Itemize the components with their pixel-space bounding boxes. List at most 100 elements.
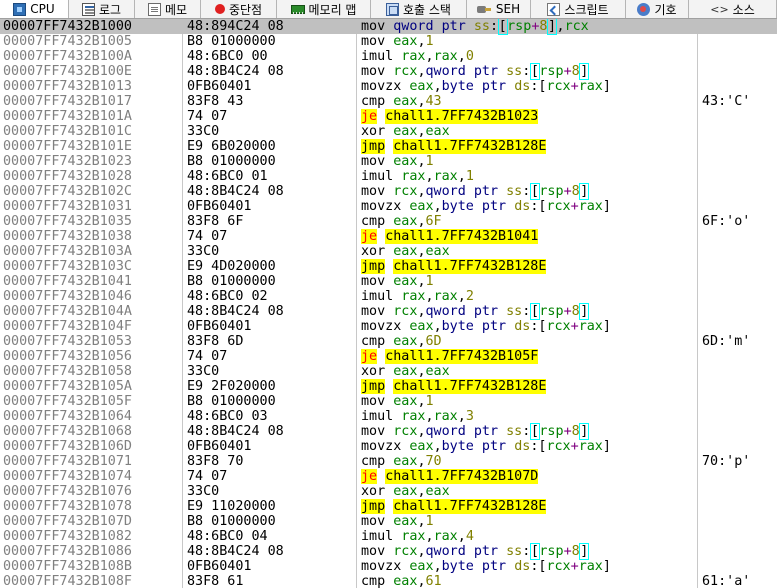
mnemonic: mov	[361, 304, 386, 319]
disassembly-view[interactable]: 00007FF7432B1000 48:894C24 08 mov qword pt…	[0, 19, 777, 588]
instruction-cell: cmp eax,6D	[361, 334, 442, 349]
instruction-row[interactable]: 00007FF7432B1028 48:6BC0 01 imul rax,rax,1	[0, 169, 777, 184]
instruction-row[interactable]: 00007FF7432B103A 33C0 xor eax,eax	[0, 244, 777, 259]
operand-token: 70	[425, 454, 442, 469]
instruction-row[interactable]: 00007FF7432B1013 0FB60401 movzx eax,byte p…	[0, 79, 777, 94]
operand-token: ,	[433, 79, 442, 94]
address-cell: 00007FF7432B1076	[3, 484, 132, 499]
operand-token: rsp	[539, 424, 564, 439]
operand-token: ,	[417, 184, 426, 199]
operand-token: 2	[465, 289, 474, 304]
instruction-row[interactable]: 00007FF7432B1017 83F8 43 cmp eax,43 43:'C'	[0, 94, 777, 109]
branch-target: chall1.7FF7432B128E	[393, 139, 547, 154]
tab-bar: CPU 로그 메모 중단점 메모리 맵 호출 스택 SEH 스크립트 기호 <> 소스	[0, 0, 777, 19]
tab-memory-map[interactable]: 메모리 맵	[277, 0, 371, 18]
symbols-icon	[637, 2, 651, 16]
branch-target: chall1.7FF7432B105F	[385, 349, 539, 364]
bytes-cell: 48:8B4C24 08	[187, 184, 284, 199]
instruction-cell: mov qword ptr ss:[rsp+8],rcx	[361, 19, 589, 35]
instruction-row[interactable]: 00007FF7432B1053 83F8 6D cmp eax,6D 6D:'m'	[0, 334, 777, 349]
operand-token: eax	[393, 394, 418, 409]
instruction-row[interactable]: 00007FF7432B1082 48:6BC0 04 imul rax,rax,4	[0, 529, 777, 544]
instruction-row[interactable]: 00007FF7432B1023 B8 01000000 mov eax,1	[0, 154, 777, 169]
selected-instruction-row[interactable]: 00007FF7432B1000 48:894C24 08 mov qword pt…	[0, 19, 777, 35]
instruction-row[interactable]: 00007FF7432B100E 48:8B4C24 08 mov rcx,qwor…	[0, 63, 777, 80]
bytes-cell: B8 01000000	[187, 394, 276, 409]
instruction-cell: imul rax,rax,2	[361, 289, 474, 304]
tab-breakpoint[interactable]: 중단점	[201, 0, 277, 18]
mnemonic: je	[361, 349, 378, 364]
address-cell: 00007FF7432B1074	[3, 469, 132, 484]
tab-symbols[interactable]: 기호	[626, 0, 689, 18]
operand-token: rcx	[393, 424, 418, 439]
instruction-row[interactable]: 00007FF7432B1078 E9 11020000 jmp chall1.7F…	[0, 499, 777, 514]
tab-notes[interactable]: 메모	[135, 0, 201, 18]
instruction-cell: jmp chall1.7FF7432B128E	[361, 499, 547, 514]
operand-token: 61	[425, 574, 442, 588]
tab-seh[interactable]: SEH	[467, 0, 531, 18]
instruction-row[interactable]: 00007FF7432B104A 48:8B4C24 08 mov rcx,qwor…	[0, 303, 777, 320]
instruction-row[interactable]: 00007FF7432B1005 B8 01000000 mov eax,1	[0, 34, 777, 49]
instruction-row[interactable]: 00007FF7432B108F 83F8 61 cmp eax,61 61:'a'	[0, 574, 777, 588]
instruction-row[interactable]: 00007FF7432B106D 0FB60401 movzx eax,byte p…	[0, 439, 777, 454]
instruction-row[interactable]: 00007FF7432B1071 83F8 70 cmp eax,70 70:'p'	[0, 454, 777, 469]
address-cell: 00007FF7432B1023	[3, 154, 132, 169]
instruction-cell: cmp eax,61	[361, 574, 442, 588]
instruction-row[interactable]: 00007FF7432B1076 33C0 xor eax,eax	[0, 484, 777, 499]
operand-token: 43	[425, 94, 442, 109]
instruction-row[interactable]: 00007FF7432B1035 83F8 6F cmp eax,6F 6F:'o'	[0, 214, 777, 229]
instruction-row[interactable]: 00007FF7432B1058 33C0 xor eax,eax	[0, 364, 777, 379]
instruction-row[interactable]: 00007FF7432B101C 33C0 xor eax,eax	[0, 124, 777, 139]
address-cell: 00007FF7432B104F	[3, 319, 132, 334]
operand-token: ]	[579, 183, 590, 200]
instruction-row[interactable]: 00007FF7432B1068 48:8B4C24 08 mov rcx,qwor…	[0, 423, 777, 440]
instruction-row[interactable]: 00007FF7432B105F B8 01000000 mov eax,1	[0, 394, 777, 409]
operand-token: eax	[393, 514, 418, 529]
instruction-row[interactable]: 00007FF7432B105A E9 2F020000 jmp chall1.7F…	[0, 379, 777, 394]
tab-label: 메모	[164, 2, 188, 17]
tab-script[interactable]: 스크립트	[531, 0, 626, 18]
instruction-row[interactable]: 00007FF7432B103C E9 4D020000 jmp chall1.7F…	[0, 259, 777, 274]
tab-log[interactable]: 로그	[69, 0, 135, 18]
operand-token: ,	[417, 214, 426, 229]
tab-cpu[interactable]: CPU	[0, 0, 69, 18]
instruction-row[interactable]: 00007FF7432B108B 0FB60401 movzx eax,byte p…	[0, 559, 777, 574]
instruction-row[interactable]: 00007FF7432B1056 74 07 je chall1.7FF7432B1…	[0, 349, 777, 364]
bytes-cell: 48:8B4C24 08	[187, 64, 284, 79]
mnemonic: imul	[361, 49, 394, 64]
tab-call-stack[interactable]: 호출 스택	[371, 0, 467, 18]
instruction-row[interactable]: 00007FF7432B100A 48:6BC0 00 imul rax,rax,0	[0, 49, 777, 64]
operand-token	[506, 199, 514, 214]
operand-token: +	[570, 559, 579, 574]
instruction-row[interactable]: 00007FF7432B1031 0FB60401 movzx eax,byte p…	[0, 199, 777, 214]
instruction-row[interactable]: 00007FF7432B1046 48:6BC0 02 imul rax,rax,2	[0, 289, 777, 304]
address-cell: 00007FF7432B105F	[3, 394, 132, 409]
instruction-row[interactable]: 00007FF7432B101A 74 07 je chall1.7FF7432B1…	[0, 109, 777, 124]
instruction-row[interactable]: 00007FF7432B1086 48:8B4C24 08 mov rcx,qwor…	[0, 543, 777, 560]
operand-token: ss	[506, 544, 523, 559]
instruction-row[interactable]: 00007FF7432B101E E9 6B020000 jmp chall1.7F…	[0, 139, 777, 154]
operand-token: rsp	[507, 19, 532, 34]
operand-token: ,	[417, 274, 426, 289]
instruction-row[interactable]: 00007FF7432B1074 74 07 je chall1.7FF7432B1…	[0, 469, 777, 484]
instruction-row[interactable]: 00007FF7432B102C 48:8B4C24 08 mov rcx,qwor…	[0, 183, 777, 200]
instruction-row[interactable]: 00007FF7432B104F 0FB60401 movzx eax,byte p…	[0, 319, 777, 334]
operand-token: eax	[393, 214, 418, 229]
instruction-row[interactable]: 00007FF7432B1038 74 07 je chall1.7FF7432B1…	[0, 229, 777, 244]
bytes-cell: 83F8 61	[187, 574, 244, 588]
tab-source[interactable]: <> 소스	[689, 0, 777, 18]
address-cell: 00007FF7432B1053	[3, 334, 132, 349]
operand-token	[506, 559, 514, 574]
branch-target: chall1.7FF7432B1023	[385, 109, 539, 124]
operand-token: ,	[457, 409, 466, 424]
instruction-row[interactable]: 00007FF7432B107D B8 01000000 mov eax,1	[0, 514, 777, 529]
bytes-cell: 0FB60401	[187, 199, 252, 214]
instruction-cell: imul rax,rax,0	[361, 49, 474, 64]
instruction-row[interactable]: 00007FF7432B1041 B8 01000000 mov eax,1	[0, 274, 777, 289]
instruction-cell: xor eax,eax	[361, 484, 450, 499]
instruction-row[interactable]: 00007FF7432B1064 48:6BC0 03 imul rax,rax,3	[0, 409, 777, 424]
operand-token: ,	[433, 559, 442, 574]
operand-token: +	[563, 304, 572, 319]
bytes-cell: 33C0	[187, 244, 220, 259]
instruction-cell: jmp chall1.7FF7432B128E	[361, 259, 547, 274]
